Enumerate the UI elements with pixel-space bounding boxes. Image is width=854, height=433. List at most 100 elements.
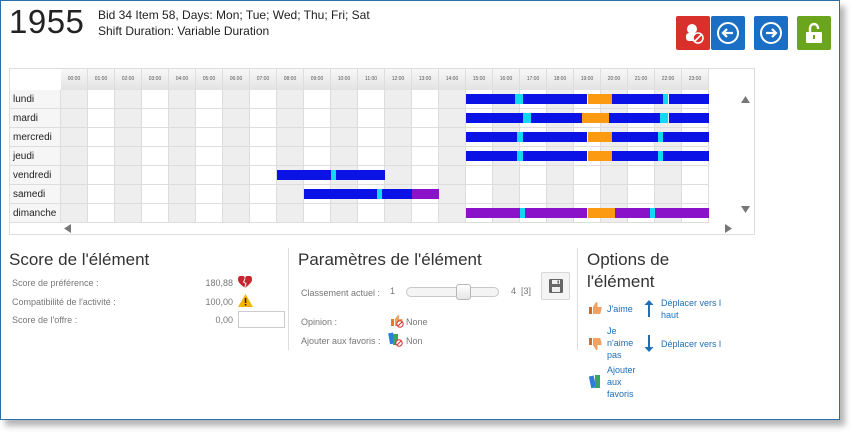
hour-header-cell: 16:00 (493, 69, 520, 90)
shift-segment-break (522, 113, 531, 123)
score-section-title: Score de l'élément (9, 250, 150, 269)
add-favorites-label-2[interactable]: aux (607, 376, 622, 388)
schedule-cell (412, 128, 439, 147)
add-favorites-label-1[interactable]: Ajouter (607, 364, 636, 376)
dislike-button[interactable]: Je n'aime pas (589, 325, 639, 363)
shift-segment-alt (466, 208, 520, 218)
shift-segment-break (660, 113, 669, 123)
next-button[interactable] (754, 16, 788, 50)
day-label-dimanche: dimanche (10, 204, 61, 223)
move-down-button[interactable]: Déplacer vers l (644, 335, 734, 353)
schedule-cell (304, 128, 331, 147)
shift-segment-meal (582, 113, 610, 123)
scroll-right-icon[interactable] (725, 224, 732, 233)
schedule-cell (358, 128, 385, 147)
schedule-cell (466, 166, 493, 185)
dislike-label-1[interactable]: Je (607, 325, 617, 337)
schedule-cell (142, 185, 169, 204)
schedule-cell (169, 166, 196, 185)
shift-segment-work (530, 113, 583, 123)
like-button[interactable]: J'aime (589, 301, 639, 315)
schedule-cell (88, 166, 115, 185)
previous-button[interactable] (711, 16, 745, 50)
thumbs-up-icon (589, 302, 602, 314)
add-favorites-label: Ajouter aux favoris : (301, 336, 381, 346)
schedule-cell (223, 128, 250, 147)
add-favorites-button[interactable]: Ajouter aux favoris (589, 364, 639, 402)
schedule-cell (115, 166, 142, 185)
opinion-value: None (406, 317, 428, 327)
schedule-cell (169, 185, 196, 204)
arrow-down-icon (644, 335, 654, 352)
hour-header-cell: 18:00 (547, 69, 574, 90)
schedule-cell (385, 90, 412, 109)
schedule-cell (115, 147, 142, 166)
section-divider-2 (577, 248, 578, 350)
scroll-up-icon[interactable] (741, 96, 750, 103)
schedule-cell (331, 128, 358, 147)
unlock-button[interactable] (797, 16, 831, 50)
hour-header-cell: 13:00 (412, 69, 439, 90)
shift-segment-alt (614, 208, 650, 218)
shift-segment-work (466, 113, 523, 123)
day-label-samedi: samedi (10, 185, 61, 204)
schedule-cell (331, 109, 358, 128)
schedule-cell (574, 185, 601, 204)
schedule-cell (88, 90, 115, 109)
move-up-label-1[interactable]: Déplacer vers l (661, 297, 721, 309)
rank-slider[interactable] (406, 284, 499, 300)
bid-score-input[interactable] (238, 311, 285, 328)
schedule-cell (520, 185, 547, 204)
schedule-cell (115, 109, 142, 128)
schedule-cell (493, 185, 520, 204)
thumb-opinion-none-icon (391, 315, 404, 328)
move-up-label-2[interactable]: haut (661, 309, 679, 321)
no-support-button[interactable] (676, 16, 710, 50)
schedule-cell (250, 90, 277, 109)
schedule-cell (169, 90, 196, 109)
schedule-cell (439, 128, 466, 147)
like-label[interactable]: J'aime (607, 303, 633, 315)
schedule-cell (196, 128, 223, 147)
day-label-vendredi: vendredi (10, 166, 61, 185)
next-arrow-icon (760, 22, 782, 44)
scroll-down-icon[interactable] (741, 206, 750, 213)
hour-header-cell: 05:00 (196, 69, 223, 90)
shift-segment-work (466, 151, 518, 161)
move-down-label[interactable]: Déplacer vers l (661, 338, 721, 350)
schedule-cell (439, 147, 466, 166)
schedule-cell (223, 147, 250, 166)
hour-header-cell: 00:00 (61, 69, 88, 90)
section-divider (288, 248, 289, 350)
schedule-cell (358, 90, 385, 109)
schedule-cell (304, 109, 331, 128)
move-up-button[interactable]: Déplacer vers l haut (644, 297, 734, 323)
favorites-none-icon (388, 332, 403, 347)
vertical-scrollbar[interactable] (737, 90, 754, 221)
add-favorites-label-3[interactable]: favoris (607, 388, 634, 400)
horizontal-scrollbar[interactable] (61, 221, 737, 235)
schedule-cell (61, 166, 88, 185)
scroll-left-icon[interactable] (64, 224, 71, 233)
schedule-cell (196, 109, 223, 128)
schedule-cell (655, 185, 682, 204)
dislike-label-3[interactable]: pas (607, 349, 622, 361)
rank-min: 1 (390, 286, 396, 296)
shift-segment-work (611, 94, 664, 104)
schedule-cell (277, 109, 304, 128)
schedule-cell (61, 90, 88, 109)
opinion-label: Opinion : (301, 317, 338, 327)
arrow-up-icon (644, 300, 654, 317)
dislike-label-2[interactable]: n'aime (607, 337, 633, 349)
schedule-cell (412, 109, 439, 128)
hour-header-cell: 17:00 (520, 69, 547, 90)
rank-slider-handle[interactable] (456, 284, 472, 300)
schedule-cell (115, 128, 142, 147)
preference-score-value: 180,88 (205, 278, 233, 288)
schedule-cell (682, 185, 709, 204)
item-detail-panel: 1955 Bid 34 Item 58, Days: Mon; Tue; Wed… (0, 0, 840, 420)
options-title-line1: Options de (587, 250, 670, 269)
save-rank-button[interactable] (541, 272, 570, 300)
shift-segment-work (668, 113, 709, 123)
schedule-cell (304, 147, 331, 166)
